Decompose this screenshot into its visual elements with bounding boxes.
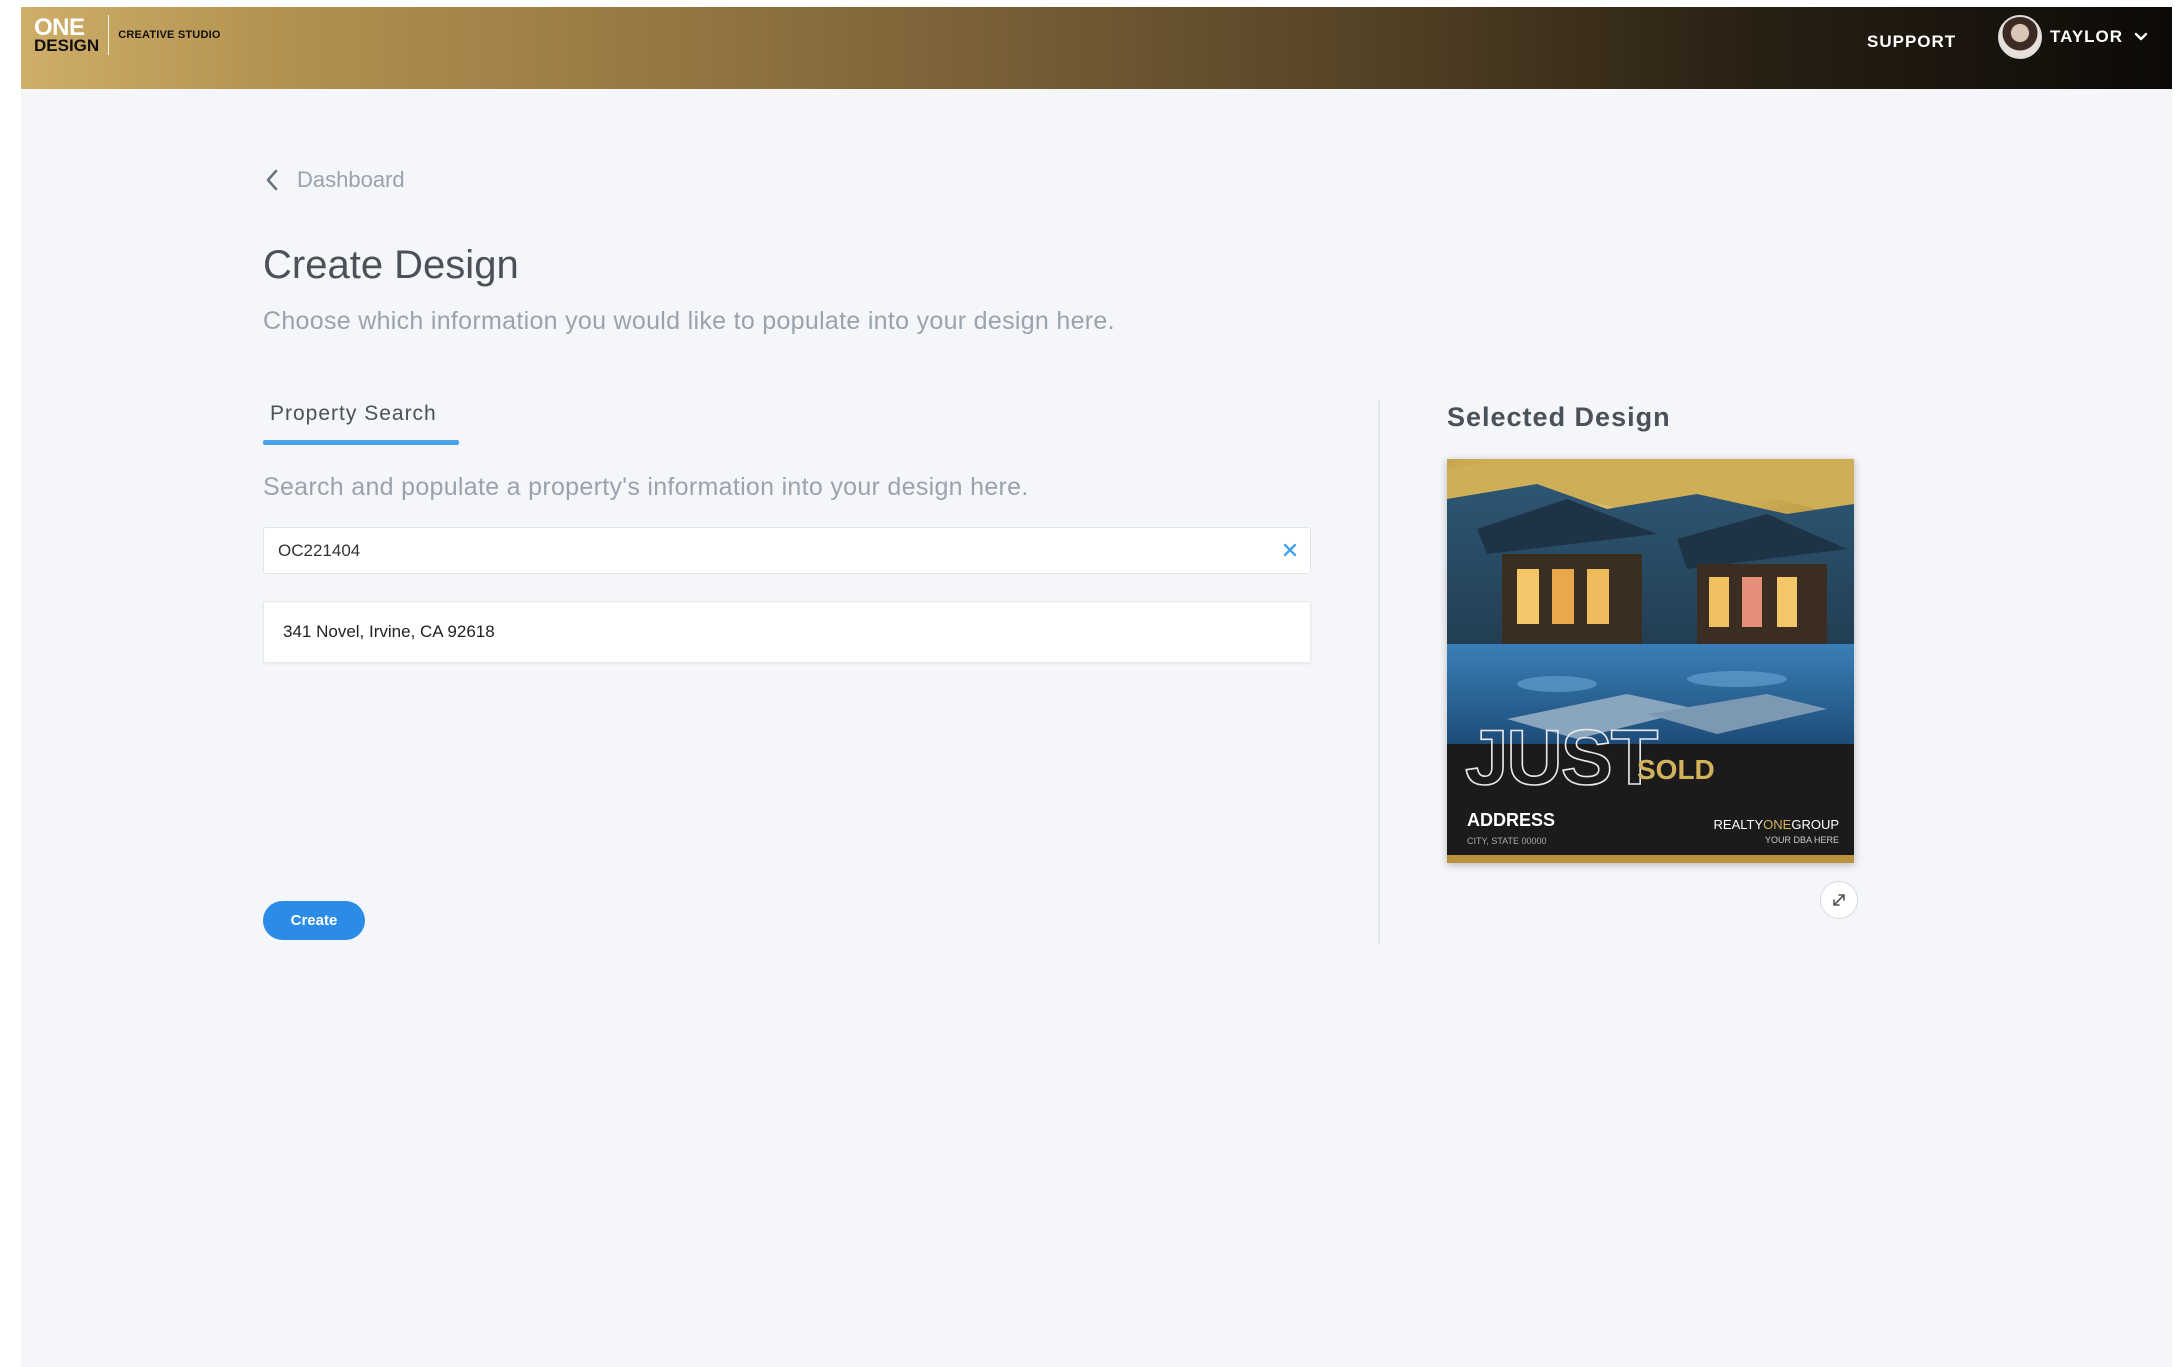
expand-preview-button[interactable] <box>1820 881 1858 919</box>
design-address-label: ADDRESS <box>1467 810 1555 830</box>
property-search-field <box>263 527 1311 574</box>
design-headline-accent: SOLD <box>1637 754 1715 785</box>
page-title: Create Design <box>263 243 519 287</box>
design-brand-mid: ONE <box>1763 817 1792 832</box>
expand-icon <box>1833 894 1845 906</box>
support-link[interactable]: SUPPORT <box>1867 32 1956 52</box>
tab-property-search[interactable]: Property Search <box>263 402 459 445</box>
logo-divider <box>108 15 110 55</box>
column-divider <box>1378 400 1380 945</box>
tab-label: Property Search <box>270 402 437 425</box>
chevron-left-icon <box>266 169 278 191</box>
logo-bottom-text: DESIGN <box>34 36 100 56</box>
user-menu[interactable]: TAYLOR <box>1998 15 2149 59</box>
logo-top-text: ONE <box>34 13 85 41</box>
design-address-sub: CITY, STATE 00000 <box>1467 836 1547 846</box>
logo-mark: ONE DESIGN <box>34 13 100 56</box>
avatar <box>1998 15 2042 59</box>
property-search-input[interactable] <box>278 528 1258 573</box>
selected-design-preview[interactable]: JUST SOLD ADDRESS CITY, STATE 00000 REAL… <box>1447 459 1854 863</box>
chevron-down-icon <box>2134 32 2148 41</box>
property-search-description: Search and populate a property's informa… <box>263 473 1029 501</box>
breadcrumb-label: Dashboard <box>297 167 405 192</box>
one-design-logo[interactable]: ONE DESIGN CREATIVE STUDIO <box>34 15 221 55</box>
close-icon[interactable] <box>1280 540 1300 560</box>
design-brand: REALTYONEGROUP <box>1714 817 1839 832</box>
user-name: TAYLOR <box>2050 27 2124 46</box>
app-window: ONE DESIGN CREATIVE STUDIO SUPPORT TAYLO… <box>21 7 2172 1367</box>
top-navbar: ONE DESIGN CREATIVE STUDIO SUPPORT TAYLO… <box>21 7 2172 89</box>
logo-subtitle: CREATIVE STUDIO <box>118 29 221 41</box>
search-result-item[interactable]: 341 Novel, Irvine, CA 92618 <box>263 601 1311 663</box>
design-headline-outline: JUST <box>1465 713 1658 801</box>
tab-active-indicator <box>263 440 459 445</box>
design-thumbnail: JUST SOLD ADDRESS CITY, STATE 00000 REAL… <box>1447 459 1854 863</box>
selected-design-title: Selected Design <box>1447 402 1671 432</box>
page-subtitle: Choose which information you would like … <box>263 307 1115 335</box>
breadcrumb-back[interactable]: Dashboard <box>263 167 405 193</box>
search-result-address: 341 Novel, Irvine, CA 92618 <box>283 622 495 641</box>
design-brand-sub: YOUR DBA HERE <box>1765 835 1839 845</box>
design-brand-post: GROUP <box>1791 817 1839 832</box>
create-button[interactable]: Create <box>263 901 365 940</box>
design-brand-pre: REALTY <box>1714 817 1764 832</box>
